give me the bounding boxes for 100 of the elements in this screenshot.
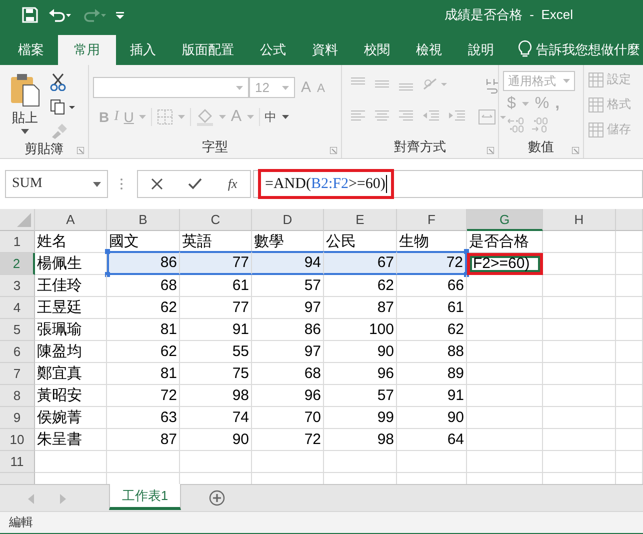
- table-cell: 91: [397, 385, 467, 407]
- select-all-icon[interactable]: [17, 213, 31, 227]
- table-cell: 66: [397, 275, 467, 297]
- group-label: 剪貼簿: [24, 140, 64, 158]
- wrap-text-icon[interactable]: [485, 77, 501, 95]
- increase-indent-icon[interactable]: [448, 109, 466, 123]
- caret-icon: [138, 115, 146, 119]
- table-cell: 77: [180, 297, 252, 319]
- customize-icon[interactable]: [116, 10, 124, 20]
- column-header[interactable]: B: [107, 209, 180, 231]
- row-header[interactable]: 7: [0, 363, 35, 385]
- ribbon-tab[interactable]: 檔案: [6, 35, 56, 65]
- decrease-indent-icon[interactable]: [422, 109, 440, 123]
- column-header[interactable]: F: [397, 209, 467, 231]
- add-sheet-icon[interactable]: [209, 490, 225, 506]
- caret-icon: [178, 115, 185, 119]
- next-sheet-icon[interactable]: [60, 494, 66, 504]
- redo-icon[interactable]: [82, 7, 106, 23]
- empty-cell: [616, 363, 643, 385]
- table-cell: 62: [107, 297, 180, 319]
- insert-function-button[interactable]: fx: [228, 176, 238, 192]
- table-style-icon: [588, 122, 604, 138]
- empty-cell: [616, 429, 643, 451]
- row-header[interactable]: 8: [0, 385, 35, 407]
- undo-icon[interactable]: [48, 7, 72, 23]
- column-header[interactable]: G: [467, 209, 543, 231]
- empty-cell: [180, 451, 252, 473]
- dialog-launcher-icon[interactable]: [77, 147, 84, 154]
- table-cell: 王佳玲: [35, 275, 107, 297]
- table-cell: 86: [107, 251, 180, 275]
- align-left-icon[interactable]: [350, 109, 366, 123]
- table-cell: 90: [324, 341, 397, 363]
- row-header[interactable]: 4: [0, 297, 35, 319]
- chinese-conversion-button[interactable]: 中: [264, 108, 277, 126]
- ribbon-tab[interactable]: 常用: [58, 35, 116, 65]
- column-header[interactable]: A: [35, 209, 107, 231]
- table-cell: 鄭宜真: [35, 363, 107, 385]
- ribbon-tab[interactable]: 檢視: [404, 35, 454, 65]
- ribbon-tab[interactable]: 公式: [248, 35, 298, 65]
- ribbon-tab[interactable]: 資料: [300, 35, 350, 65]
- caret-icon: [282, 86, 289, 90]
- ribbon-tab[interactable]: 插入: [118, 35, 168, 65]
- merge-cells-icon[interactable]: [478, 109, 508, 125]
- table-cell: 72: [397, 251, 467, 275]
- ribbon-tab[interactable]: 校閱: [352, 35, 402, 65]
- row-header[interactable]: 2: [0, 253, 35, 275]
- copy-icon[interactable]: [50, 99, 76, 115]
- column-header[interactable]: E: [324, 209, 397, 231]
- previous-sheet-icon[interactable]: [28, 494, 34, 504]
- caret-icon: [21, 129, 29, 134]
- table-cell: 72: [252, 429, 324, 451]
- row-header[interactable]: 3: [0, 275, 35, 297]
- formula-text: >=60): [348, 176, 386, 192]
- dialog-launcher-icon[interactable]: [572, 147, 579, 154]
- table-cell: 97: [252, 297, 324, 319]
- ribbon-tab[interactable]: 版面配置: [170, 35, 246, 65]
- table-cell: 74: [180, 407, 252, 429]
- increase-decimal-icon[interactable]: [507, 117, 525, 133]
- row-header[interactable]: 5: [0, 319, 35, 341]
- grip-icon: [120, 178, 123, 190]
- scissors-icon[interactable]: [50, 73, 66, 91]
- sheet-tab[interactable]: 工作表1: [109, 484, 181, 510]
- fill-bucket-icon[interactable]: [196, 108, 214, 126]
- group-label: 字型: [202, 138, 228, 156]
- table-cell: 99: [324, 407, 397, 429]
- tell-me-search[interactable]: 告訴我您想做什麼: [536, 35, 640, 65]
- dialog-launcher-icon[interactable]: [330, 147, 337, 154]
- dialog-launcher-icon[interactable]: [487, 147, 494, 154]
- column-header[interactable]: C: [180, 209, 252, 231]
- ribbon-tab[interactable]: 說明: [456, 35, 506, 65]
- column-header[interactable]: D: [252, 209, 324, 231]
- font-name-field[interactable]: [93, 77, 249, 98]
- row-header[interactable]: 6: [0, 341, 35, 363]
- align-right-icon[interactable]: [398, 109, 414, 123]
- empty-cell: [616, 319, 643, 341]
- table-cell: 94: [252, 251, 324, 275]
- check-icon[interactable]: [188, 178, 202, 190]
- cancel-icon[interactable]: [150, 178, 163, 190]
- border-icon[interactable]: [156, 109, 173, 125]
- row-header[interactable]: 11: [0, 451, 35, 473]
- table-cell: 90: [397, 407, 467, 429]
- row-header[interactable]: 1: [0, 231, 35, 253]
- paintbrush-icon[interactable]: [50, 123, 68, 139]
- name-box[interactable]: SUM: [5, 170, 108, 198]
- decrease-decimal-icon[interactable]: [531, 117, 549, 133]
- lightbulb-icon[interactable]: [518, 40, 532, 58]
- table-cell: 75: [180, 363, 252, 385]
- save-icon[interactable]: [22, 7, 38, 23]
- table-cell: 68: [252, 363, 324, 385]
- formula-field[interactable]: =AND(B2:F2>=60): [253, 170, 643, 198]
- table-cell: 88: [397, 341, 467, 363]
- column-header[interactable]: H: [543, 209, 616, 231]
- row-header[interactable]: 9: [0, 407, 35, 429]
- paste-button[interactable]: 貼上: [10, 73, 40, 139]
- row-header[interactable]: 10: [0, 429, 35, 451]
- table-cell: 81: [107, 363, 180, 385]
- table-cell: 68: [107, 275, 180, 297]
- align-center-icon[interactable]: [374, 109, 390, 123]
- orientation-icon[interactable]: [422, 77, 448, 91]
- column-header[interactable]: [616, 209, 643, 231]
